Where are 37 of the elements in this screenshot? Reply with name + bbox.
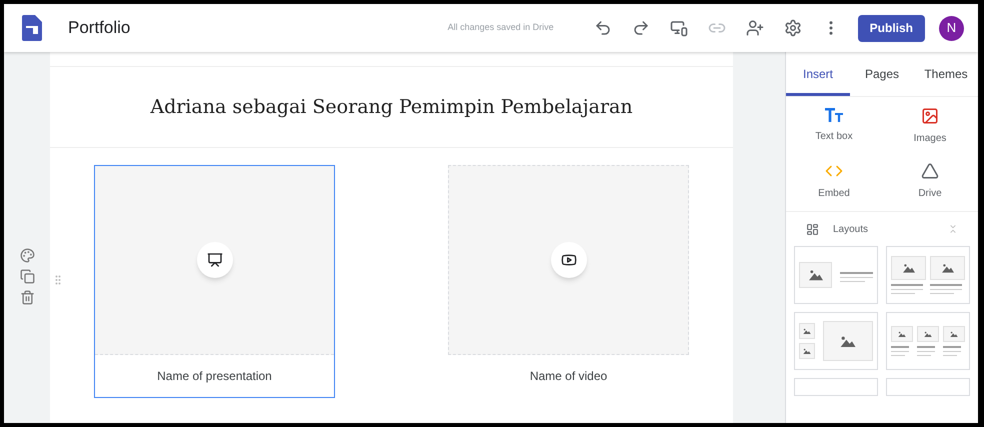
insert-option[interactable]: Text box	[786, 107, 882, 146]
layout-icon	[806, 222, 819, 236]
devices-preview-icon[interactable]	[670, 19, 688, 37]
layout-thumbnail-drawing[interactable]	[886, 312, 970, 370]
text-style-icon	[825, 107, 843, 123]
play-icon	[560, 252, 576, 268]
layout-thumbnail-drawing[interactable]	[794, 378, 878, 396]
undo-icon[interactable]	[594, 19, 612, 37]
publish-button[interactable]: Publish	[858, 14, 925, 42]
media-placeholder[interactable]: Name of presentation	[94, 165, 335, 398]
section-heading[interactable]: Adriana sebagai Seorang Pemimpin Pembelajaran	[50, 67, 733, 148]
delete-icon[interactable]	[20, 290, 34, 305]
triangle-icon	[921, 162, 939, 180]
slides-icon	[206, 252, 222, 268]
insert-option[interactable]: Embed	[786, 162, 882, 201]
layout-thumbnail-drawing[interactable]	[794, 246, 878, 304]
site-title[interactable]: Portfolio	[68, 15, 130, 41]
layout-thumbnail-drawing[interactable]	[886, 378, 970, 396]
avatar[interactable]: N	[939, 16, 964, 40]
media-caption[interactable]: Name of presentation	[157, 367, 272, 385]
insert-option[interactable]: Drive	[882, 162, 978, 201]
panel-tab[interactable]: Pages	[850, 52, 914, 96]
save-status: All changes saved in Drive	[448, 21, 554, 34]
redo-icon[interactable]	[632, 19, 650, 37]
panel-tab[interactable]: Insert	[786, 52, 850, 96]
layout-thumbnail-drawing[interactable]	[886, 246, 970, 304]
duplicate-icon[interactable]	[20, 269, 34, 284]
share-icon[interactable]	[746, 19, 764, 37]
layouts-label: Layouts	[833, 222, 868, 236]
image-icon	[921, 107, 939, 125]
layout-thumbnail-drawing[interactable]	[794, 312, 878, 370]
media-caption[interactable]: Name of video	[530, 367, 608, 385]
palette-icon[interactable]	[20, 248, 34, 263]
insert-option[interactable]: Images	[882, 107, 978, 146]
panel-tab[interactable]: Themes	[914, 52, 978, 96]
settings-icon[interactable]	[784, 19, 802, 37]
sites-logo-icon[interactable]	[22, 15, 42, 41]
